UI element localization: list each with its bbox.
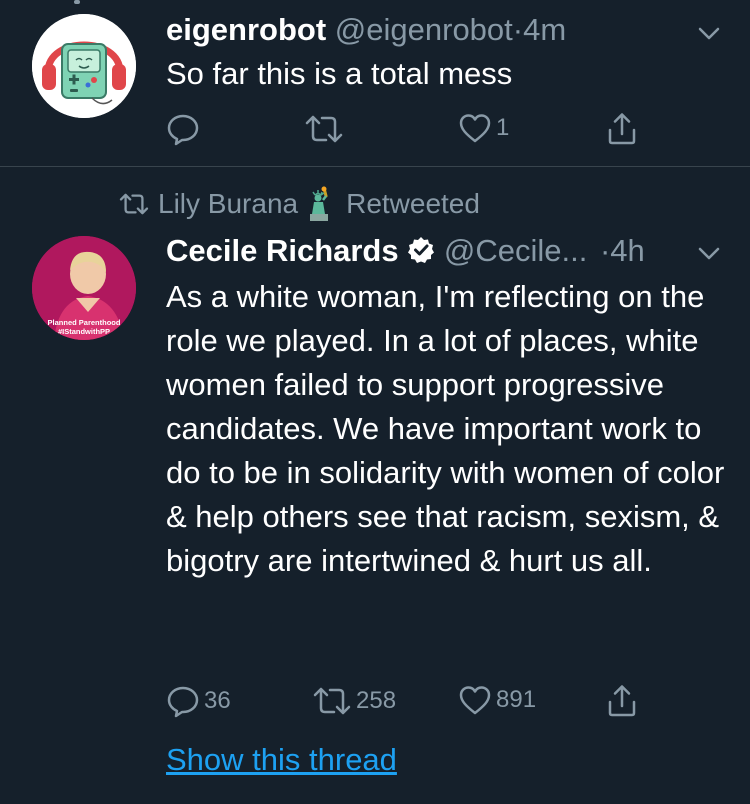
chevron-down-icon[interactable]	[696, 240, 722, 266]
profile-photo-icon	[32, 236, 136, 340]
like-button[interactable]: 891	[458, 684, 536, 716]
avatar[interactable]	[32, 14, 136, 118]
retweet-button[interactable]: 258	[312, 684, 396, 718]
heart-icon	[459, 114, 491, 143]
bmo-avatar-icon	[32, 14, 136, 118]
tweet-divider	[0, 166, 750, 167]
retweet-context[interactable]: Lily Burana Retweeted	[118, 186, 480, 222]
share-button[interactable]	[606, 112, 638, 146]
retweet-count: 258	[356, 687, 397, 714]
tweet-header: eigenrobot @eigenrobot·4m	[166, 12, 566, 48]
tweet-text: So far this is a total mess	[166, 56, 513, 91]
reply-count: 36	[204, 687, 231, 714]
tweet-eigenrobot[interactable]: eigenrobot @eigenrobot·4m So far this is…	[0, 0, 750, 166]
like-count: 891	[496, 686, 537, 713]
avatar[interactable]: Planned Parenthood #IStandwithPP	[32, 236, 136, 340]
verified-badge-icon	[408, 237, 435, 263]
reply-button[interactable]: 36	[166, 684, 231, 718]
avatar-caption-line: Planned Parenthood	[47, 318, 121, 327]
retweeter-name: Lily Burana	[158, 188, 299, 219]
avatar-caption: Planned Parenthood #IStandwithPP	[32, 318, 136, 336]
retweet-icon	[305, 115, 343, 143]
user-handle[interactable]: @eigenrobot	[335, 12, 513, 47]
retweeted-label: Retweeted	[346, 188, 480, 219]
reply-button[interactable]	[166, 112, 204, 146]
like-count: 1	[496, 114, 510, 141]
retweet-icon	[119, 193, 149, 215]
separator: ·	[512, 12, 524, 47]
retweet-button[interactable]	[304, 112, 348, 146]
share-button[interactable]	[606, 684, 638, 718]
statue-of-liberty-icon	[310, 186, 329, 221]
tweet-actions: 1	[166, 112, 646, 152]
chevron-down-icon[interactable]	[696, 20, 722, 46]
display-name[interactable]: eigenrobot	[166, 12, 326, 47]
separator: ·	[599, 233, 611, 268]
tweet-header: Cecile Richards @Cecile... ·4h	[166, 233, 645, 269]
display-name[interactable]: Cecile Richards	[166, 233, 399, 268]
show-thread-link[interactable]: Show this thread	[166, 742, 397, 778]
retweet-icon	[313, 687, 351, 715]
reply-icon	[167, 686, 199, 718]
timestamp[interactable]: 4h	[610, 233, 644, 268]
reply-icon	[167, 114, 199, 146]
tweet-text: As a white woman, I'm reflecting on the …	[166, 279, 725, 578]
share-icon	[608, 685, 636, 717]
timestamp[interactable]: 4m	[523, 12, 566, 47]
tweet-actions: 36 258 891	[166, 684, 646, 724]
like-button[interactable]: 1	[458, 112, 509, 144]
user-handle[interactable]: @Cecile...	[444, 233, 587, 268]
share-icon	[608, 113, 636, 145]
heart-icon	[459, 686, 491, 715]
avatar-caption-line: #IStandwithPP	[57, 327, 111, 336]
